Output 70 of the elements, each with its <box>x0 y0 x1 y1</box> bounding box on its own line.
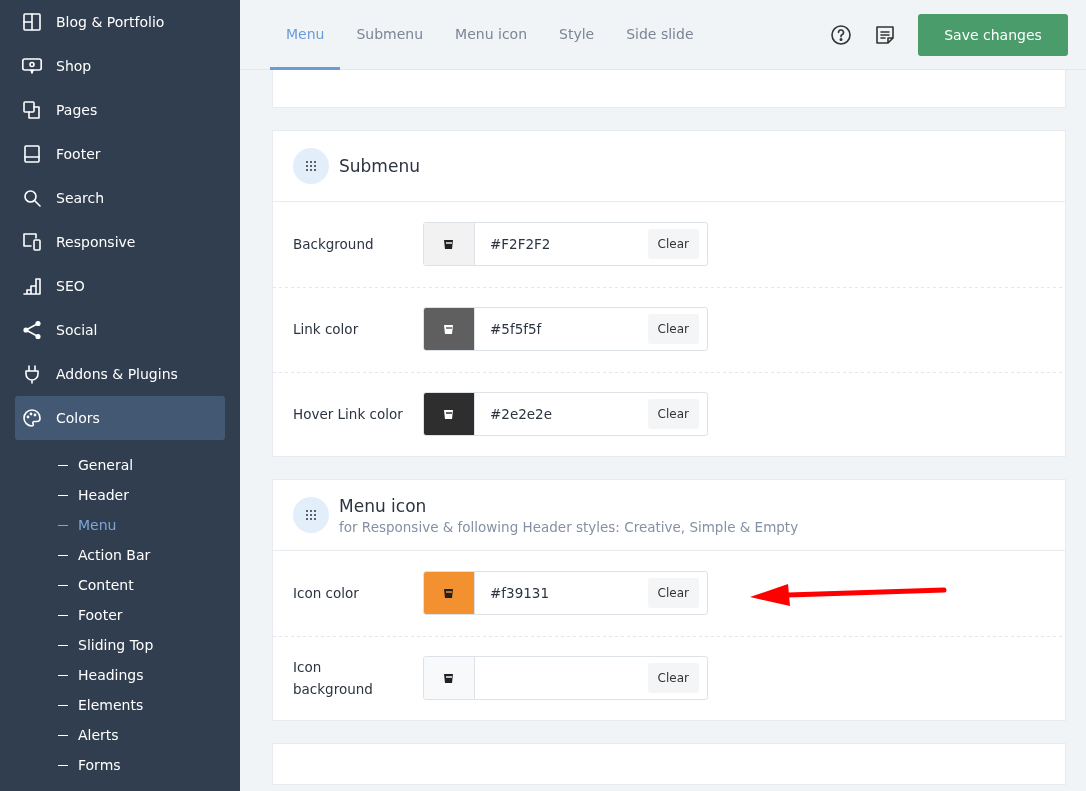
section-title: Submenu <box>339 156 420 176</box>
color-swatch[interactable] <box>424 223 475 265</box>
submenu-item[interactable]: Header <box>58 480 225 510</box>
color-input[interactable]: #2e2e2e <box>475 406 648 422</box>
sidebar-item[interactable]: Addons & Plugins <box>15 352 225 396</box>
field-label: Icon background <box>293 658 374 699</box>
color-swatch[interactable] <box>424 657 475 699</box>
grid-icon <box>22 12 42 32</box>
notes-icon[interactable] <box>874 23 896 46</box>
section-subtitle: for Responsive & following Header styles: Creative, Simple & Empty <box>339 518 799 535</box>
section-title: Menu icon <box>339 495 428 516</box>
color-swatch[interactable] <box>424 393 475 435</box>
clear-button[interactable]: Clear <box>647 229 699 259</box>
tab[interactable]: Menu icon <box>439 0 544 70</box>
color-input[interactable]: #F2F2F2 <box>475 236 648 252</box>
bar-chart-icon <box>22 276 42 296</box>
color-picker[interactable]: #5f5f5f Clear <box>423 307 708 351</box>
chat-bubble-icon <box>22 56 42 76</box>
field-label: Hover Link color <box>293 405 403 424</box>
paint-bucket-icon <box>442 237 456 251</box>
submenu-item[interactable]: Menu <box>58 510 225 540</box>
sidebar-item[interactable]: SEO <box>15 264 225 308</box>
submenu-item[interactable]: General <box>58 450 225 480</box>
color-picker[interactable]: #2e2e2e Clear <box>423 392 708 436</box>
submenu-item[interactable]: Forms <box>58 750 225 780</box>
share-icon <box>22 320 42 340</box>
paint-bucket-icon <box>442 671 456 685</box>
sidebar-item[interactable]: Search <box>15 176 225 220</box>
clear-button[interactable]: Clear <box>647 578 699 608</box>
plug-icon <box>22 364 42 384</box>
submenu-item[interactable]: Action Bar <box>58 540 225 570</box>
clear-button[interactable]: Clear <box>647 314 699 344</box>
color-swatch[interactable] <box>424 308 475 350</box>
sidebar-item[interactable]: Colors <box>15 396 225 440</box>
submenu-item[interactable]: Alerts <box>58 720 225 750</box>
submenu-item[interactable]: Headings <box>58 660 225 690</box>
clear-button[interactable]: Clear <box>647 399 699 429</box>
field-label: Background <box>293 235 375 254</box>
paint-bucket-icon <box>442 407 456 421</box>
tab[interactable]: Side slide <box>610 0 710 70</box>
color-input[interactable]: #f39131 <box>475 585 648 601</box>
sidebar-item[interactable]: Blog & Portfolio <box>15 0 225 44</box>
color-picker[interactable]: #F2F2F2 Clear <box>423 222 708 266</box>
tab[interactable]: Submenu <box>340 0 440 70</box>
color-picker[interactable]: Clear <box>423 656 708 700</box>
devices-icon <box>22 232 42 252</box>
sidebar-item[interactable]: Shop <box>15 44 225 88</box>
drag-handle-icon[interactable] <box>293 497 329 533</box>
color-input[interactable]: #5f5f5f <box>475 321 648 337</box>
field-label: Icon color <box>293 584 360 603</box>
sidebar-item[interactable]: Footer <box>15 132 225 176</box>
pages-icon <box>22 100 42 120</box>
drag-handle-icon[interactable] <box>293 148 329 184</box>
submenu-item[interactable]: Footer <box>58 600 225 630</box>
clear-button[interactable]: Clear <box>647 663 699 693</box>
search-icon <box>22 188 42 208</box>
help-icon[interactable] <box>830 23 852 46</box>
sidebar-item[interactable]: Social <box>15 308 225 352</box>
footer-icon <box>22 144 42 164</box>
sidebar-item[interactable]: Pages <box>15 88 225 132</box>
submenu-item[interactable]: Sliding Top <box>58 630 225 660</box>
paint-bucket-icon <box>442 586 456 600</box>
submenu-item[interactable]: Content <box>58 570 225 600</box>
sidebar-item[interactable]: Responsive <box>15 220 225 264</box>
field-label: Link color <box>293 320 360 339</box>
paint-bucket-icon <box>442 322 456 336</box>
color-swatch[interactable] <box>424 572 475 614</box>
palette-icon <box>22 408 42 428</box>
submenu-item[interactable]: Elements <box>58 690 225 720</box>
color-picker[interactable]: #f39131 Clear <box>423 571 708 615</box>
